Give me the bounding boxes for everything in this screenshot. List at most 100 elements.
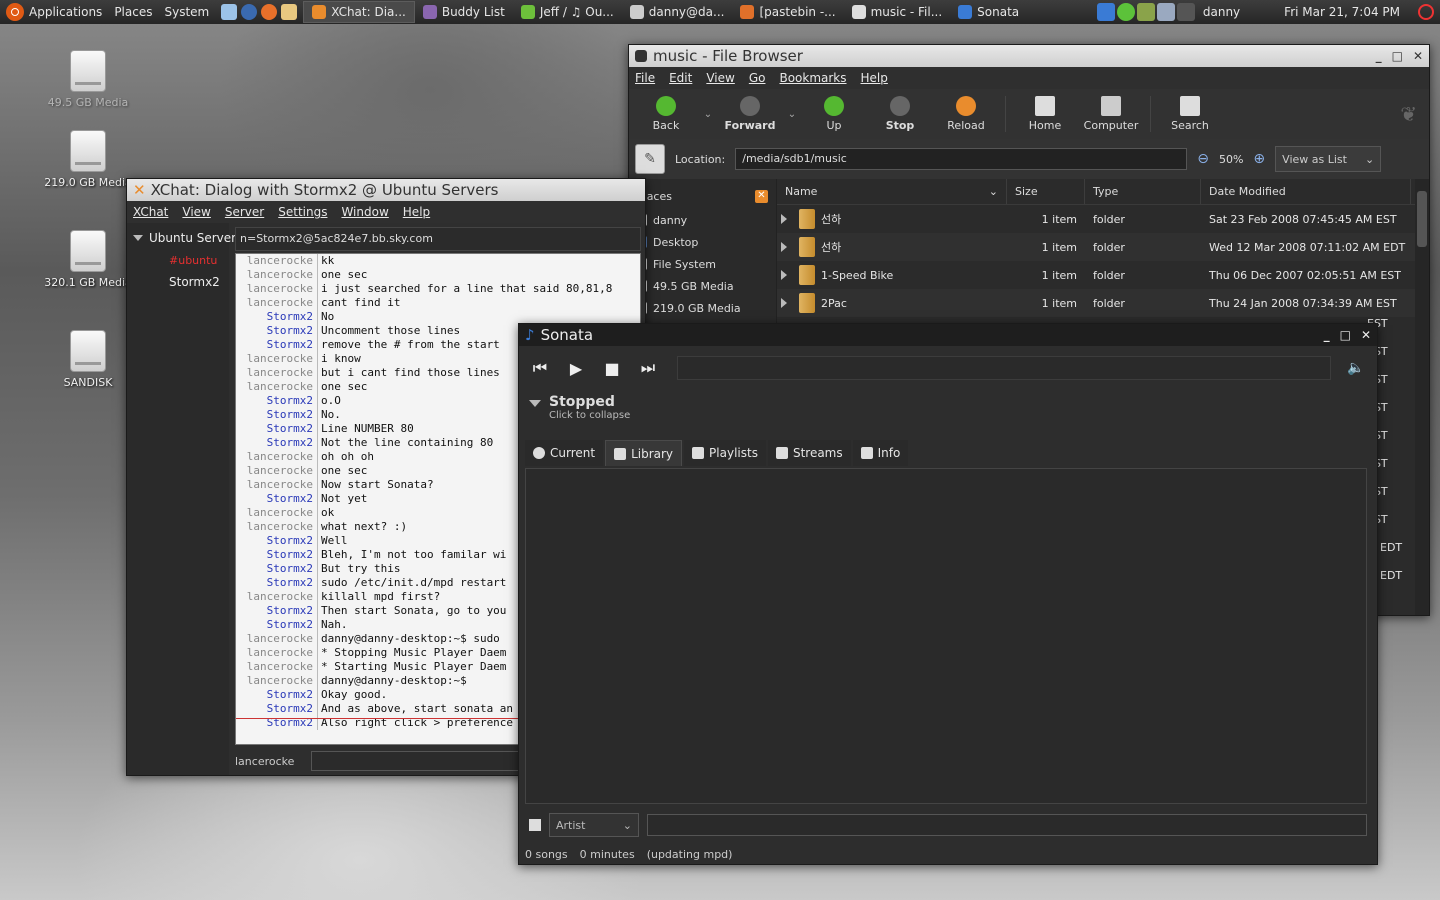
menu-item-settings[interactable]: Settings [278, 205, 327, 219]
task-button[interactable]: music - Fil... [844, 1, 951, 23]
network-icon[interactable] [1156, 3, 1175, 21]
xchat-titlebar[interactable]: ✕ XChat: Dialog with Stormx2 @ Ubuntu Se… [127, 179, 645, 201]
chat-nick[interactable]: lancerocke [236, 464, 318, 478]
place-item[interactable]: File System [629, 253, 776, 275]
desktop-icon-sandisk[interactable]: SANDISK [43, 330, 133, 389]
menu-item-file[interactable]: File [635, 71, 655, 85]
play-icon[interactable]: ▶ [565, 359, 587, 378]
up-button[interactable]: Up [801, 91, 867, 137]
power-icon[interactable] [1418, 4, 1434, 20]
computer-button[interactable]: Computer [1078, 91, 1144, 137]
chat-nick[interactable]: lancerocke [236, 352, 318, 366]
tab-current[interactable]: Current [525, 440, 604, 466]
close-sidebar-icon[interactable]: ✕ [755, 189, 768, 203]
chat-nick[interactable]: Stormx2 [236, 562, 318, 576]
notes-launcher-icon[interactable] [281, 4, 298, 20]
chat-nick[interactable]: lancerocke [236, 380, 318, 394]
sonata-titlebar[interactable]: ♪ Sonata _ □ ✕ [519, 324, 1377, 346]
chat-nick[interactable]: Stormx2 [236, 492, 318, 506]
menu-item-help[interactable]: Help [403, 205, 430, 219]
chat-nick[interactable]: lancerocke [236, 366, 318, 380]
menu-item-view[interactable]: View [706, 71, 734, 85]
desktop-icon-49gb[interactable]: 49.5 GB Media [43, 50, 133, 109]
previous-track-icon[interactable]: ⏮ [529, 358, 551, 378]
menu-item-go[interactable]: Go [749, 71, 766, 85]
place-item[interactable]: danny [629, 209, 776, 231]
chat-nick[interactable]: Stormx2 [236, 338, 318, 352]
column-name[interactable]: Name ⌄ [777, 179, 1007, 204]
chat-nick[interactable]: lancerocke [236, 590, 318, 604]
nick-button[interactable]: lancerocke [235, 755, 305, 768]
volume-icon[interactable]: 🔈 [1345, 360, 1367, 376]
task-button[interactable]: [pastebin -... [732, 1, 843, 23]
volume-icon[interactable] [1176, 3, 1195, 21]
pidgin-status-icon[interactable] [1116, 3, 1135, 21]
stop-icon[interactable]: ■ [601, 359, 623, 378]
close-icon[interactable]: ✕ [1361, 328, 1371, 342]
toggle-location-edit-button[interactable]: ✎ [635, 144, 665, 174]
chat-nick[interactable]: Stormx2 [236, 436, 318, 450]
desktop-icon-320gb[interactable]: 320.1 GB Media [43, 230, 133, 289]
task-button[interactable]: danny@da... [622, 1, 733, 23]
chat-nick[interactable]: Stormx2 [236, 324, 318, 338]
file-browser-titlebar[interactable]: music - File Browser _ □ ✕ [629, 45, 1429, 67]
reload-button[interactable]: Reload [933, 91, 999, 137]
firefox-launcher-icon[interactable] [261, 4, 278, 20]
chat-nick[interactable]: Stormx2 [236, 688, 318, 702]
menu-item-server[interactable]: Server [225, 205, 264, 219]
column-size[interactable]: Size [1007, 179, 1085, 204]
chat-nick[interactable]: lancerocke [236, 506, 318, 520]
desktop-icon-219gb[interactable]: 219.0 GB Media [43, 130, 133, 189]
column-date[interactable]: Date Modified [1201, 179, 1411, 204]
zoom-out-icon[interactable]: ⊖ [1197, 151, 1209, 167]
tab-playlists[interactable]: Playlists [684, 440, 766, 466]
chat-nick[interactable]: lancerocke [236, 674, 318, 688]
chat-nick[interactable]: Stormx2 [236, 422, 318, 436]
chat-nick[interactable]: Stormx2 [236, 548, 318, 562]
table-row[interactable]: 선하 1 item folder Sat 23 Feb 2008 07:45:45 A… [777, 205, 1429, 233]
music-note-icon[interactable] [1096, 3, 1115, 21]
places-menu[interactable]: Places [108, 0, 158, 24]
chat-nick[interactable]: Stormx2 [236, 394, 318, 408]
task-button[interactable]: Jeff / ♫ Ou... [513, 1, 622, 23]
chat-nick[interactable]: lancerocke [236, 520, 318, 534]
chat-nick[interactable]: lancerocke [236, 268, 318, 282]
stop-button[interactable]: Stop [867, 91, 933, 137]
chat-nick[interactable]: lancerocke [236, 296, 318, 310]
expand-triangle-icon[interactable] [781, 270, 787, 280]
task-button[interactable]: XChat: Dia... [303, 1, 415, 23]
close-icon[interactable]: ✕ [1413, 49, 1423, 63]
server-node[interactable]: Ubuntu Servers [127, 227, 242, 249]
expand-triangle-icon[interactable] [781, 214, 787, 224]
next-track-icon[interactable]: ⏭ [637, 358, 659, 378]
channel-node[interactable]: #ubuntu [127, 249, 229, 271]
chat-nick[interactable]: lancerocke [236, 632, 318, 646]
table-row[interactable]: 1-Speed Bike 1 item folder Thu 06 Dec 2007 … [777, 261, 1429, 289]
zoom-in-icon[interactable]: ⊕ [1253, 151, 1265, 167]
file-list-scrollbar[interactable] [1415, 179, 1429, 615]
menu-item-view[interactable]: View [182, 205, 210, 219]
panel-user[interactable]: danny [1197, 0, 1246, 24]
menu-item-window[interactable]: Window [341, 205, 388, 219]
minimize-icon[interactable]: _ [1376, 49, 1382, 63]
table-row[interactable]: 선하 1 item folder Wed 12 Mar 2008 07:11:02 A… [777, 233, 1429, 261]
search-button[interactable]: Search [1157, 91, 1223, 137]
maximize-icon[interactable]: □ [1392, 49, 1403, 63]
topic-field[interactable]: n=Stormx2@5ac824e7.bb.sky.com [235, 227, 641, 251]
chat-nick[interactable]: Stormx2 [236, 618, 318, 632]
chat-nick[interactable]: lancerocke [236, 450, 318, 464]
expand-triangle-icon[interactable] [781, 298, 787, 308]
scrollbar-thumb[interactable] [1417, 191, 1427, 247]
library-filter-type-select[interactable]: Artist ⌄ [549, 813, 639, 837]
table-row[interactable]: 2Pac 1 item folder Thu 24 Jan 2008 07:34:39… [777, 289, 1429, 317]
library-home-icon[interactable] [529, 819, 541, 831]
query-node[interactable]: Stormx2 [127, 271, 229, 293]
library-view[interactable] [525, 468, 1367, 804]
task-button[interactable]: Sonata [950, 1, 1027, 23]
places-header[interactable]: Places ✕ [629, 183, 776, 209]
maximize-icon[interactable]: □ [1340, 328, 1351, 342]
chat-nick[interactable]: Stormx2 [236, 604, 318, 618]
panel-clock[interactable]: Fri Mar 21, 7:04 PM [1278, 0, 1406, 24]
progress-bar[interactable] [677, 356, 1331, 380]
applications-menu[interactable]: Applications [0, 0, 108, 24]
